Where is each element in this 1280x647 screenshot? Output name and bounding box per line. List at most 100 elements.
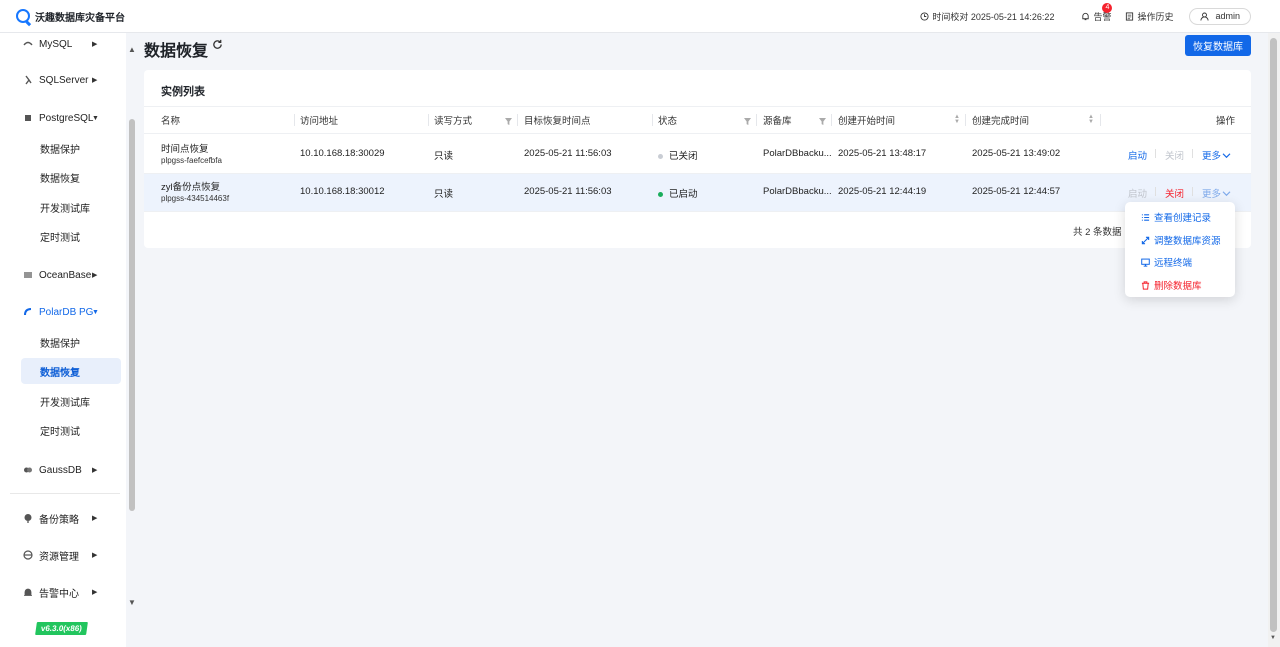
menu-item-label: 删除数据库 [1154,281,1202,292]
bell-icon [1082,12,1090,20]
time-label: 时间校对 2025-05-21 14:26:22 [932,11,1055,22]
start-button[interactable]: 启动 [1128,148,1147,162]
strategy-icon [24,514,32,523]
sidebar-group-label: PostgreSQL [39,112,94,124]
column-header-name: 名称 [161,116,181,127]
sort-icon[interactable]: ▲ ▼ [954,114,960,125]
menu-item-delete-database[interactable]: 删除数据库 [1141,278,1202,292]
refresh-icon[interactable] [212,39,223,50]
column-header-status: 状态 [658,116,678,127]
stop-button[interactable]: 关闭 [1165,186,1184,200]
more-button[interactable]: 更多 [1202,148,1231,162]
alarm-center-icon [24,588,32,596]
stop-button[interactable]: 关闭 [1165,148,1184,162]
alarm-button[interactable]: 告警 4 [1081,2,1113,23]
instance-name: 时间点恢复 [161,144,209,155]
sidebar-group-alarm-center[interactable]: 告警中心 ▶ [0,585,120,600]
menu-item-adjust-resources[interactable]: 调整数据库资源 [1141,233,1221,247]
sidebar-group-label: SQLServer [39,74,89,86]
caret-right-icon: ▶ [92,589,98,596]
instance-name: zyl备份点恢复 [161,182,221,193]
caret-right-icon: ▶ [92,41,98,48]
sidebar-group-strategy[interactable]: 备份策略 ▶ [0,511,120,526]
more-actions-dropdown: 查看创建记录 调整数据库资源 远程终端 删除数据库 [1125,202,1235,297]
more-button[interactable]: 更多 [1202,186,1231,200]
restore-database-button[interactable]: 恢复数据库 [1185,35,1251,56]
menu-item-label: 查看创建记录 [1154,213,1212,224]
instance-address: 10.10.168.18:30012 [300,186,385,197]
status-badge: 已启动 [658,186,698,200]
caret-right-icon: ▶ [92,467,98,474]
filter-icon[interactable] [744,118,751,125]
column-separator [756,114,757,126]
mysql-icon [23,41,33,46]
instance-id: plpgss-434514463f [161,194,230,203]
instance-start-time: 2025-05-21 13:48:17 [838,148,927,159]
instance-source: PolarDBbacku... [763,186,832,197]
menu-item-remote-terminal[interactable]: 远程终端 [1141,255,1192,269]
history-button[interactable]: 操作历史 [1125,10,1173,23]
alarm-count-badge: 4 [1102,2,1113,13]
column-header-end-time: 创建完成时间 [972,116,1030,127]
user-icon [1200,12,1210,21]
page-scrollbar[interactable] [1270,38,1277,632]
sidebar-item-pg-restore[interactable]: 数据恢复 [40,170,80,185]
menu-item-label: 调整数据库资源 [1154,236,1221,247]
sidebar-item-polar-restore[interactable]: 数据恢复 [21,358,121,384]
page-title: 数据恢复 [144,43,209,60]
sidebar-item-polar-protect[interactable]: 数据保护 [40,335,80,350]
sidebar-group-gaussdb[interactable]: GaussDB ▶ [0,463,120,477]
column-header-rw: 读写方式 [434,116,473,127]
chevron-down-icon [1222,153,1231,159]
scroll-down-icon[interactable]: ▼ [1270,635,1276,641]
start-button[interactable]: 启动 [1128,186,1147,200]
status-text: 已关闭 [669,151,698,162]
sidebar-group-label: 资源管理 [39,551,79,563]
clock-icon [920,11,929,21]
app-logo[interactable]: 沃趣数据库灾备平台 [16,9,125,24]
filter-icon[interactable] [505,118,512,125]
sidebar-item-polar-scheduled[interactable]: 定时测试 [40,423,80,438]
scroll-up-icon[interactable]: ▲ [128,45,136,54]
gaussdb-icon [24,467,32,473]
menu-item-view-records[interactable]: 查看创建记录 [1141,210,1211,224]
sidebar-group-resource[interactable]: 资源管理 ▶ [0,548,120,563]
status-text: 已启动 [669,189,698,200]
sidebar-group-polardb[interactable]: PolarDB PG ▼ [0,305,120,319]
sidebar-group-postgresql[interactable]: PostgreSQL ▼ [0,111,120,125]
history-icon [1126,11,1134,21]
sidebar-scrollbar[interactable] [129,119,135,511]
more-label: 更多 [1202,189,1222,200]
sidebar-item-pg-devtest[interactable]: 开发测试库 [40,200,90,215]
logo-icon [16,9,30,23]
sidebar: MySQL ▶ SQLServer ▶ PostgreSQL ▼ 数据保护 数据… [0,33,126,647]
column-separator [965,114,966,126]
column-separator [652,114,653,126]
caret-right-icon: ▶ [92,552,98,559]
sort-icon[interactable]: ▲ ▼ [1088,114,1094,125]
instance-target-time: 2025-05-21 11:56:03 [524,186,612,197]
time-calibration[interactable]: 时间校对 2025-05-21 14:26:22 [920,10,1054,23]
user-menu[interactable]: admin [1189,7,1251,25]
divider [144,211,1251,212]
caret-right-icon: ▶ [92,272,98,279]
scroll-down-icon[interactable]: ▼ [128,598,136,607]
sidebar-item-pg-protect[interactable]: 数据保护 [40,141,80,156]
caret-down-icon: ▼ [92,308,99,316]
table-row[interactable]: zyl备份点恢复 plpgss-434514463f 10.10.168.18:… [144,174,1251,211]
sidebar-item-polar-devtest[interactable]: 开发测试库 [40,394,90,409]
list-icon [1141,213,1150,221]
table-row[interactable]: 时间点恢复 plpgss-faefcefbfa 10.10.168.18:300… [144,134,1251,173]
sidebar-group-sqlserver[interactable]: SQLServer ▶ [0,73,120,87]
sidebar-group-mysql[interactable]: MySQL ▶ [0,37,120,51]
header-actions: 时间校对 2025-05-21 14:26:22 告警 4 操作历史 admin [906,0,1251,32]
column-separator [294,114,295,126]
instance-id: plpgss-faefcefbfa [161,156,222,165]
filter-icon[interactable] [819,118,826,125]
pagination-total: 共 2 条数据 [1073,227,1122,238]
instance-rw: 只读 [434,189,454,200]
version-badge: v6.3.0(x86) [35,622,88,635]
sidebar-item-pg-scheduled[interactable]: 定时测试 [40,229,80,244]
instance-address: 10.10.168.18:30029 [300,148,385,159]
sidebar-group-oceanbase[interactable]: OceanBase ▶ [0,268,120,282]
